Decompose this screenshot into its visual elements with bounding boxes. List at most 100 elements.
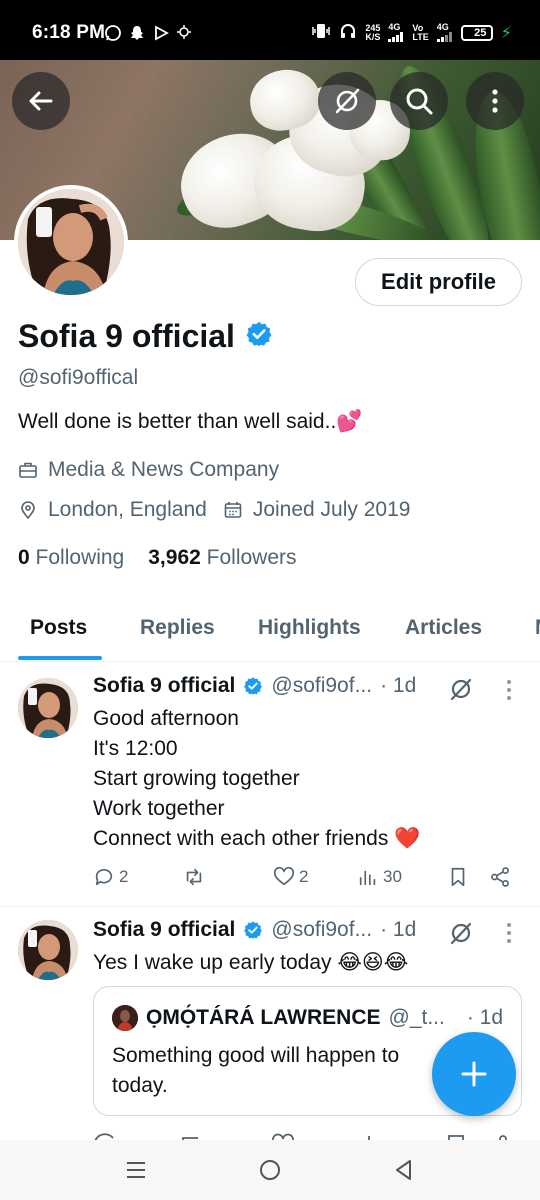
like-count: 2 — [299, 867, 309, 886]
post-actions: 2 2 30 — [93, 866, 523, 894]
view-count: 30 — [383, 867, 402, 886]
repost-icon — [186, 868, 202, 886]
post-avatar[interactable] — [18, 920, 78, 980]
system-nav-bar — [0, 1140, 540, 1200]
volte-label: Vo LTE — [412, 23, 429, 42]
views-button[interactable]: 30 — [357, 866, 402, 888]
quoted-avatar — [112, 1005, 138, 1031]
followers-label: Followers — [206, 546, 297, 569]
profile-handle: @sofi9offical — [18, 366, 139, 389]
back-button[interactable] — [12, 72, 70, 130]
play-icon — [152, 24, 170, 46]
post-author-name[interactable]: Sofia 9 official — [93, 918, 235, 942]
grok-icon[interactable] — [448, 920, 474, 946]
share-button[interactable] — [489, 866, 511, 888]
headphones-icon — [339, 22, 357, 43]
more-vertical-icon[interactable] — [506, 922, 512, 944]
following-count: 0 — [18, 546, 30, 569]
post-header: Sofia 9 official @sofi9of... · 1d — [93, 674, 416, 698]
post-author-name[interactable]: Sofia 9 official — [93, 674, 235, 698]
search-icon — [406, 88, 433, 115]
quoted-author-handle: @_t... — [388, 1006, 445, 1029]
verified-badge-icon — [244, 677, 263, 695]
volte-bottom: LTE — [412, 31, 429, 42]
profile-meta-row: London, England Joined July 2019 — [18, 498, 410, 522]
back-nav-icon[interactable] — [392, 1158, 416, 1182]
reply-count: 2 — [119, 867, 129, 886]
quoted-time: · 1d — [466, 1006, 504, 1029]
follow-stats: 0 Following 3,962 Followers — [18, 546, 297, 570]
post-author-handle: @sofi9of... — [271, 674, 373, 697]
home-icon[interactable] — [258, 1158, 282, 1182]
tab-articles[interactable]: Articles — [405, 616, 482, 640]
profile-bio: Well done is better than well said..💕 — [18, 410, 363, 433]
whatsapp-icon — [104, 24, 122, 46]
profile-name-row: Sofia 9 official — [18, 318, 273, 355]
network-type-2: 4G — [436, 22, 449, 32]
joined-text: Joined July 2019 — [252, 498, 411, 521]
bookmark-icon — [451, 867, 465, 887]
post-avatar[interactable] — [18, 678, 78, 738]
followers-link[interactable]: 3,962 Followers — [148, 546, 296, 570]
charging-icon: ⚡ — [500, 24, 512, 42]
active-tab-indicator — [18, 656, 102, 660]
grok-button[interactable] — [318, 72, 376, 130]
network-type: 4G — [388, 22, 401, 32]
signal-bars-icon — [388, 32, 404, 42]
tab-replies[interactable]: Replies — [140, 616, 215, 640]
reply-button[interactable]: 2 — [93, 866, 128, 888]
grok-icon[interactable] — [448, 676, 474, 702]
vibrate-icon — [311, 23, 331, 42]
tab-media[interactable]: M — [535, 616, 540, 640]
verified-badge-icon — [245, 320, 273, 353]
network-speed: 245 K/S — [365, 23, 381, 42]
like-button[interactable]: 2 — [273, 866, 308, 888]
signal-1: 4G — [388, 23, 404, 42]
calendar-icon — [224, 502, 242, 518]
post-time: · 1d — [380, 918, 417, 941]
status-bar: 6:18 PM 245 K/S 4G Vo LTE 4G 25 ⚡ — [0, 0, 540, 60]
plus-icon — [461, 1061, 487, 1087]
followers-count: 3,962 — [148, 546, 201, 569]
quoted-post-header: ỌMỌ́TÁRÁ LAWRENCE @_t... · 1d — [112, 1005, 503, 1031]
location-text: London, England — [48, 498, 207, 521]
share-icon — [491, 867, 509, 887]
battery-level: 25 — [474, 26, 487, 39]
post-text: Good afternoon It's 12:00 Start growing … — [93, 707, 421, 850]
post-author-handle: @sofi9of... — [271, 918, 373, 941]
location-pin-icon — [21, 501, 35, 520]
post-divider — [0, 906, 540, 907]
reply-icon — [95, 868, 113, 886]
more-vertical-icon[interactable] — [506, 679, 512, 701]
more-vertical-icon — [492, 89, 498, 113]
following-link[interactable]: 0 Following — [18, 546, 124, 570]
post-time: · 1d — [380, 674, 417, 697]
signal-bars-icon — [436, 32, 452, 42]
snapchat-icon — [128, 24, 146, 46]
battery-icon: 25 — [460, 24, 493, 41]
edit-profile-button[interactable]: Edit profile — [355, 258, 522, 306]
display-name: Sofia 9 official — [18, 318, 235, 354]
views-icon — [359, 870, 376, 886]
status-time: 6:18 PM — [32, 22, 106, 43]
tab-posts[interactable]: Posts — [30, 616, 87, 640]
repost-button[interactable] — [183, 866, 209, 888]
category-text: Media & News Company — [48, 458, 280, 481]
back-arrow-icon — [29, 91, 53, 111]
post-header: Sofia 9 official @sofi9of... · 1d — [93, 918, 416, 942]
briefcase-icon — [19, 462, 37, 478]
bookmark-button[interactable] — [447, 866, 469, 888]
compose-button[interactable] — [432, 1032, 516, 1116]
profile-category: Media & News Company — [18, 458, 279, 482]
verified-badge-icon — [244, 921, 263, 939]
grok-icon — [335, 88, 360, 114]
post-text: Yes I wake up early today 😂😆😂 — [93, 951, 409, 974]
heart-icon — [273, 866, 295, 886]
speed-unit: K/S — [365, 31, 381, 42]
tab-highlights[interactable]: Highlights — [258, 616, 361, 640]
profile-avatar[interactable] — [14, 185, 128, 299]
search-button[interactable] — [390, 72, 448, 130]
quoted-text: Something good will happen to today. — [112, 1044, 400, 1097]
more-button[interactable] — [466, 72, 524, 130]
recent-apps-icon[interactable] — [124, 1158, 148, 1182]
